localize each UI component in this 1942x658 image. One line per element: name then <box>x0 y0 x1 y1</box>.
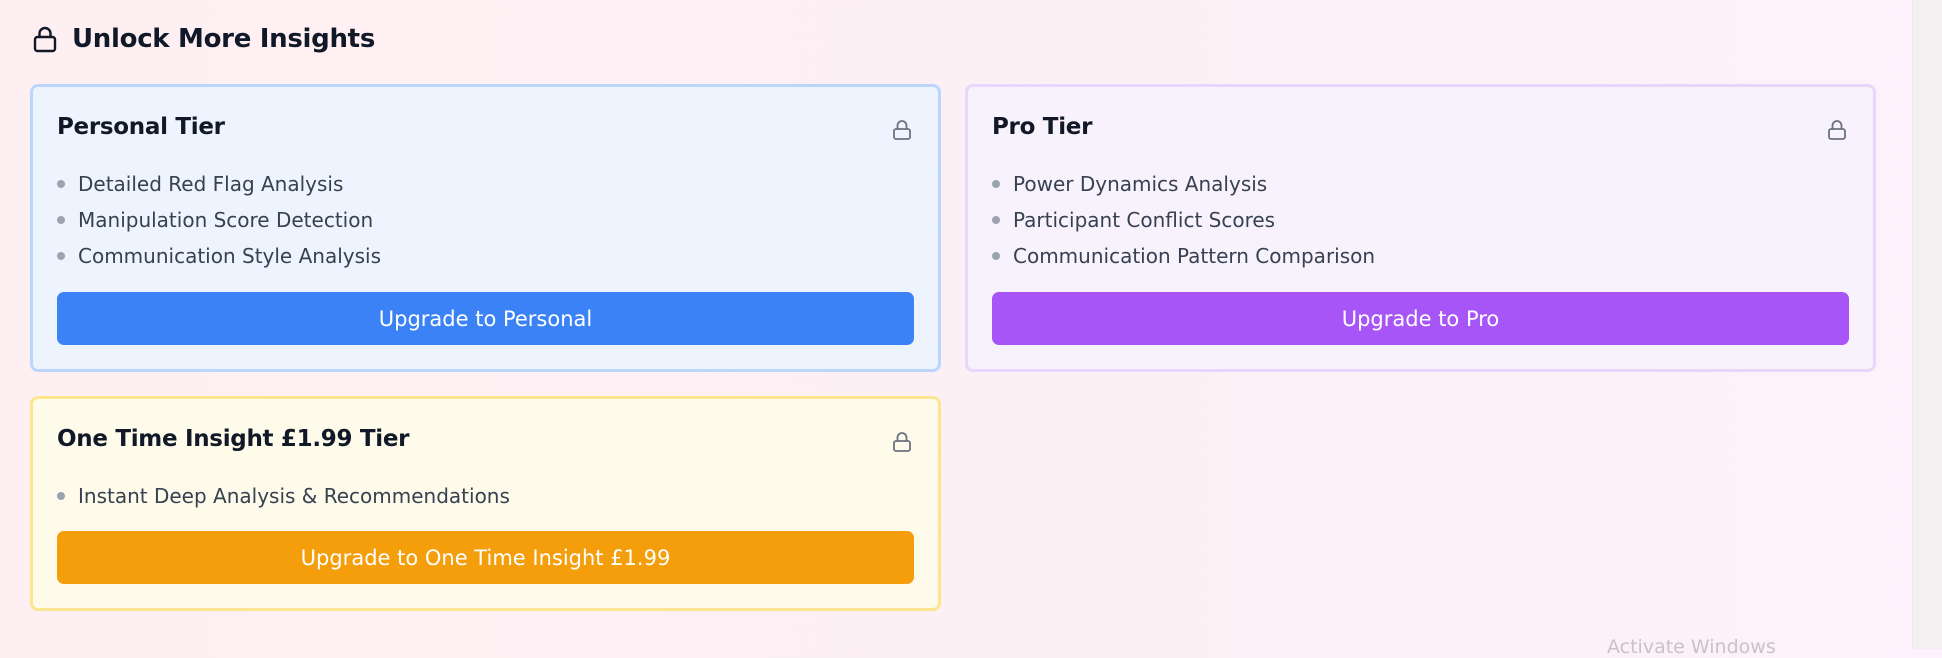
list-item: Detailed Red Flag Analysis <box>57 166 381 202</box>
upgrade-to-personal-button[interactable]: Upgrade to Personal <box>57 292 914 345</box>
personal-tier-card: Personal Tier Detailed Red Flag Analysis… <box>30 84 941 372</box>
list-item: Power Dynamics Analysis <box>992 166 1375 202</box>
list-item: Communication Pattern Comparison <box>992 238 1375 274</box>
feature-label: Communication Pattern Comparison <box>1013 244 1376 268</box>
bullet-dot <box>992 216 1000 224</box>
bullet-dot <box>57 492 65 500</box>
list-item: Communication Style Analysis <box>57 238 381 274</box>
list-item: Participant Conflict Scores <box>992 202 1375 238</box>
feature-label: Participant Conflict Scores <box>1013 208 1276 232</box>
feature-label: Instant Deep Analysis & Recommendations <box>78 484 510 508</box>
feature-list: Detailed Red Flag Analysis Manipulation … <box>57 166 381 274</box>
feature-label: Power Dynamics Analysis <box>1013 172 1268 196</box>
pro-tier-card: Pro Tier Power Dynamics Analysis Partici… <box>965 84 1876 372</box>
bullet-dot <box>57 180 65 188</box>
feature-label: Manipulation Score Detection <box>78 208 374 232</box>
activate-windows-watermark: Activate Windows <box>1607 636 1776 658</box>
list-item: Instant Deep Analysis & Recommendations <box>57 478 510 514</box>
section-title: Unlock More Insights <box>72 24 375 54</box>
card-title: Personal Tier <box>57 114 225 140</box>
lock-icon <box>1825 118 1849 142</box>
section-header: Unlock More Insights <box>30 22 375 56</box>
card-title: Pro Tier <box>992 114 1093 140</box>
card-title: One Time Insight £1.99 Tier <box>57 426 410 452</box>
upgrade-to-one-time-insight-button[interactable]: Upgrade to One Time Insight £1.99 <box>57 531 914 584</box>
lock-icon <box>890 118 914 142</box>
lock-icon <box>30 24 60 54</box>
bullet-dot <box>57 252 65 260</box>
feature-list: Instant Deep Analysis & Recommendations <box>57 478 510 514</box>
bullet-dot <box>992 180 1000 188</box>
feature-list: Power Dynamics Analysis Participant Conf… <box>992 166 1375 274</box>
list-item: Manipulation Score Detection <box>57 202 381 238</box>
feature-label: Communication Style Analysis <box>78 244 381 268</box>
feature-label: Detailed Red Flag Analysis <box>78 172 344 196</box>
bullet-dot <box>992 252 1000 260</box>
upgrade-to-pro-button[interactable]: Upgrade to Pro <box>992 292 1849 345</box>
scrollbar[interactable] <box>1912 0 1942 649</box>
bullet-dot <box>57 216 65 224</box>
lock-icon <box>890 430 914 454</box>
one-time-insight-card: One Time Insight £1.99 Tier Instant Deep… <box>30 396 941 611</box>
